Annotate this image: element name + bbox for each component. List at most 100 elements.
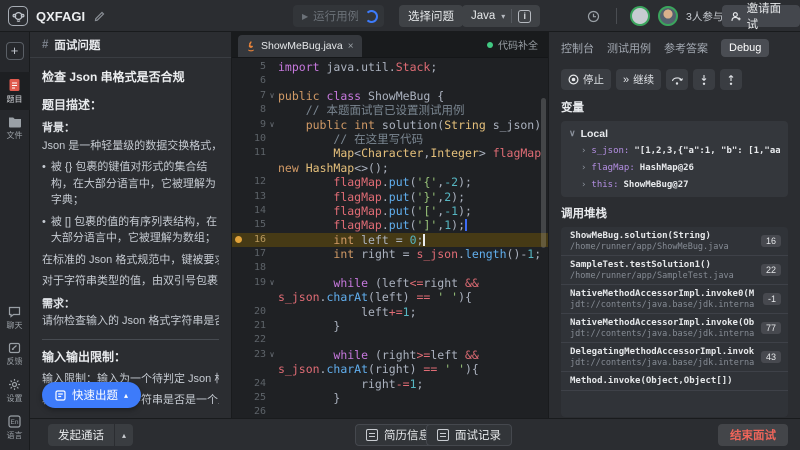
fold-arrow-icon[interactable]: ∨ (266, 348, 278, 362)
code-line[interactable]: 9∨ public int solution(String s_json) { (232, 118, 548, 132)
loading-spinner-button[interactable] (358, 5, 384, 27)
stack-frame[interactable]: NativeMethodAccessorImpl.invoke0(Method…… (561, 285, 788, 314)
interview-record-button[interactable]: 面试记录 (426, 424, 512, 446)
variable-row[interactable]: ›this:ShowMeBug@27 (569, 176, 780, 193)
tab-控制台[interactable]: 控制台 (561, 40, 594, 56)
breakpoint-gutter[interactable] (232, 377, 244, 391)
sidebar-item-聊天[interactable]: 聊天 (0, 300, 30, 336)
stack-frame[interactable]: NativeMethodAccessorImpl.invoke(Object,…… (561, 314, 788, 343)
invite-interview-button[interactable]: 邀请面试 (722, 5, 800, 27)
tab-showmebug-java[interactable]: ShowMeBug.java × (238, 35, 362, 57)
stack-frame[interactable]: ShowMeBug.solution(String)/home/runner/a… (561, 227, 788, 256)
breakpoint-gutter[interactable] (232, 146, 244, 160)
sidebar-item-题目[interactable]: 题目 (0, 72, 30, 110)
sidebar-item-反馈[interactable]: 反馈 (0, 336, 30, 372)
code-line[interactable]: 10 // 在这里写代码 (232, 132, 548, 146)
breakpoint-gutter[interactable] (232, 290, 244, 304)
stack-frame[interactable]: DelegatingMethodAccessorImpl.invoke(Obj…… (561, 343, 788, 372)
breakpoint-gutter[interactable] (232, 118, 244, 132)
code-line[interactable]: 16 int left = 0; (232, 233, 548, 247)
tab-测试用例[interactable]: 测试用例 (607, 40, 651, 56)
code-line[interactable]: 17 int right = s_json.length()-1; (232, 247, 548, 261)
step-over-button[interactable] (666, 69, 688, 90)
sidebar-item-文件[interactable]: 文件 (0, 110, 30, 146)
fold-arrow-icon[interactable]: ∨ (266, 89, 278, 103)
editor-scrollbar[interactable] (541, 98, 546, 248)
tab-debug[interactable]: Debug (721, 39, 769, 57)
code-line[interactable]: 21 } (232, 319, 548, 333)
code-line[interactable]: s_json.charAt(left) == ' '){ (232, 290, 548, 304)
breakpoint-gutter[interactable] (232, 218, 244, 232)
code-line[interactable]: 23∨ while (right>=left && (232, 348, 548, 362)
code-line[interactable]: 14 flagMap.put('[',-1); (232, 204, 548, 218)
close-tab-icon[interactable]: × (348, 41, 354, 52)
code-line[interactable]: 5import java.util.Stack; (232, 60, 548, 74)
participant-avatar[interactable] (658, 6, 678, 26)
breakpoint-gutter[interactable] (232, 190, 244, 204)
breakpoint-gutter[interactable] (232, 333, 244, 347)
breakpoint-gutter[interactable] (232, 391, 244, 405)
continue-button[interactable]: » 继续 (616, 69, 661, 90)
code-line[interactable]: 6 (232, 74, 548, 88)
code-line[interactable]: 26 (232, 405, 548, 418)
breakpoint-gutter[interactable] (232, 60, 244, 74)
add-panel-button[interactable]: + (6, 42, 24, 60)
breakpoint-icon[interactable] (232, 233, 244, 247)
breakpoint-gutter[interactable] (232, 276, 244, 290)
stack-frame[interactable]: Method.invoke(Object,Object[]) (561, 372, 788, 391)
code-line[interactable]: 24 right-=1; (232, 377, 548, 391)
breakpoint-gutter[interactable] (232, 348, 244, 362)
code-line[interactable]: 20 left+=1; (232, 305, 548, 319)
fold-arrow-icon[interactable]: ∨ (266, 276, 278, 290)
info-icon[interactable]: i (518, 10, 531, 23)
code-line[interactable]: 18 (232, 261, 548, 275)
code-line[interactable]: 25 } (232, 391, 548, 405)
run-cases-button[interactable]: ▶ 运行用例 (293, 5, 368, 27)
code-line[interactable]: 8 // 本题面试官已设置测试用例 (232, 103, 548, 117)
sidebar-item-设置[interactable]: 设置 (0, 372, 30, 409)
code-line[interactable]: s_json.charAt(right) == ' '){ (232, 362, 548, 376)
breakpoint-gutter[interactable] (232, 405, 244, 418)
sidebar-item-语言[interactable]: En语言 (0, 409, 30, 446)
breakpoint-gutter[interactable] (232, 89, 244, 103)
code-line[interactable]: 7∨public class ShowMeBug { (232, 89, 548, 103)
tab-参考答案[interactable]: 参考答案 (664, 40, 708, 56)
breakpoint-gutter[interactable] (232, 161, 244, 175)
start-call-button[interactable]: 发起通话 ▴ (48, 424, 133, 446)
breakpoint-gutter[interactable] (232, 204, 244, 218)
breakpoint-gutter[interactable] (232, 362, 244, 376)
code-line[interactable]: new HashMap<>(); (232, 161, 548, 175)
language-dropdown[interactable]: Java ▾ i (462, 5, 540, 27)
select-problem-button[interactable]: 选择问题 (399, 5, 463, 27)
breakpoint-gutter[interactable] (232, 261, 244, 275)
stop-button[interactable]: 停止 (561, 69, 611, 90)
fold-arrow-icon[interactable]: ∨ (266, 118, 278, 132)
variable-row[interactable]: ›flagMap:HashMap@26 (569, 159, 780, 176)
code-line[interactable]: 13 flagMap.put('}',2); (232, 190, 548, 204)
code-line[interactable]: 11 Map<Character,Integer> flagMap = (232, 146, 548, 160)
step-into-button[interactable] (693, 69, 715, 90)
code-area[interactable]: 5import java.util.Stack;67∨public class … (232, 58, 548, 418)
breakpoint-gutter[interactable] (232, 305, 244, 319)
timer-icon[interactable] (587, 5, 600, 27)
breakpoint-gutter[interactable] (232, 103, 244, 117)
code-line[interactable]: 12 flagMap.put('{',-2); (232, 175, 548, 189)
code-line[interactable]: 22 (232, 333, 548, 347)
variable-row[interactable]: ›s_json:"[1,2,3,{"a":1, "b": [1,"aaa"]}" (569, 142, 780, 159)
breakpoint-gutter[interactable] (232, 247, 244, 261)
step-out-button[interactable] (720, 69, 742, 90)
scope-local-row[interactable]: ∨ Local (569, 125, 780, 142)
code-line[interactable]: 19∨ while (left<=right && (232, 276, 548, 290)
breakpoint-gutter[interactable] (232, 319, 244, 333)
breakpoint-gutter[interactable] (232, 132, 244, 146)
quick-question-button[interactable]: 快速出题 ▴ (42, 382, 141, 408)
participant-avatar[interactable] (630, 6, 650, 26)
stack-frame[interactable]: SampleTest.testSolution1()/home/runner/a… (561, 256, 788, 285)
code-line[interactable]: 15 flagMap.put(']',1);test (232, 218, 548, 232)
edit-title-icon[interactable] (94, 5, 105, 27)
end-interview-button[interactable]: 结束面试 (718, 424, 788, 446)
chevron-up-icon[interactable]: ▴ (115, 424, 133, 446)
frame-function: NativeMethodAccessorImpl.invoke(Object,… (570, 318, 754, 328)
breakpoint-gutter[interactable] (232, 74, 244, 88)
breakpoint-gutter[interactable] (232, 175, 244, 189)
